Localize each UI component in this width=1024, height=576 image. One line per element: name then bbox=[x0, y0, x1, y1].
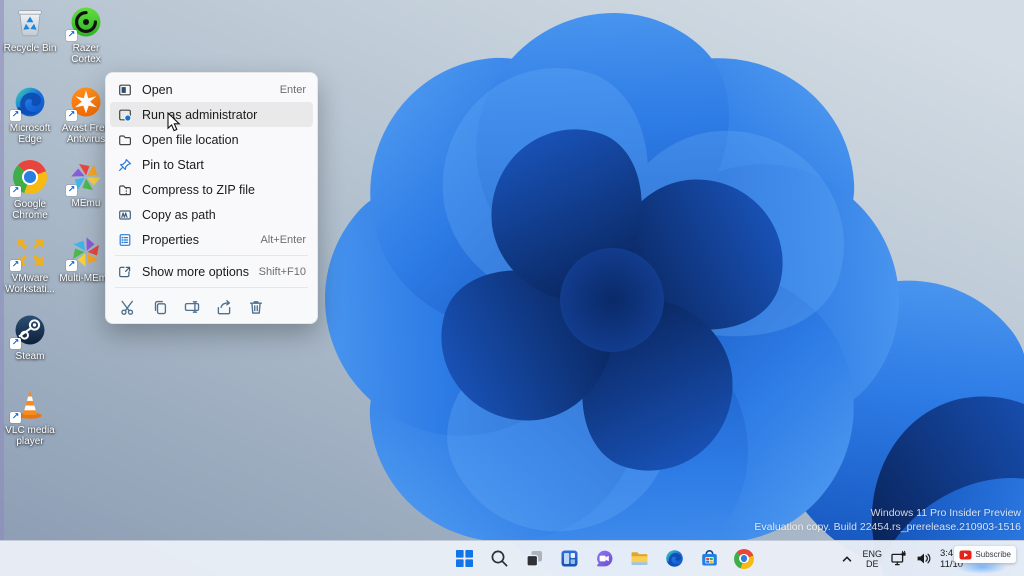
memu-icon: ↗ bbox=[68, 159, 104, 195]
menu-item-show-more-options[interactable]: Show more options Shift+F10 bbox=[110, 259, 313, 284]
start-button[interactable] bbox=[452, 547, 476, 571]
shortcut-arrow-badge: ↗ bbox=[66, 30, 77, 41]
search-button[interactable] bbox=[487, 547, 511, 571]
rename-icon[interactable] bbox=[183, 298, 201, 316]
razer-cortex-icon: ↗ bbox=[68, 4, 104, 40]
edge-button[interactable] bbox=[662, 547, 686, 571]
menu-item-pin-to-start[interactable]: Pin to Start bbox=[110, 152, 313, 177]
zip-folder-icon bbox=[117, 182, 133, 198]
watermark-line1: Windows 11 Pro Insider Preview bbox=[754, 506, 1021, 520]
shortcut-arrow-badge: ↗ bbox=[10, 186, 21, 197]
menu-separator bbox=[115, 255, 308, 256]
show-more-options-icon bbox=[117, 264, 133, 280]
chrome-icon: ↗ bbox=[12, 160, 48, 196]
widgets-icon bbox=[559, 548, 580, 569]
copy-as-path-icon bbox=[117, 207, 133, 223]
speaker-icon bbox=[915, 550, 932, 567]
task-view-button[interactable] bbox=[522, 547, 546, 571]
microsoft-store-icon bbox=[699, 548, 720, 569]
menu-item-open[interactable]: Open Enter bbox=[110, 77, 313, 102]
desktop-icon-razer-cortex[interactable]: ↗ Razer Cortex bbox=[58, 4, 114, 65]
desktop-icon-steam[interactable]: ↗ Steam bbox=[2, 312, 58, 362]
shortcut-arrow-badge: ↗ bbox=[10, 412, 21, 423]
menu-item-properties[interactable]: Properties Alt+Enter bbox=[110, 227, 313, 252]
mouse-cursor bbox=[167, 112, 182, 133]
desktop-icon-vlc[interactable]: ↗ VLC mediaplayer bbox=[2, 386, 58, 447]
subscribe-label: Subscribe bbox=[975, 550, 1011, 559]
chrome-button[interactable] bbox=[732, 547, 756, 571]
share-icon[interactable] bbox=[215, 298, 233, 316]
menu-item-compress-zip[interactable]: Compress to ZIP file bbox=[110, 177, 313, 202]
microsoft-store-button[interactable] bbox=[697, 547, 721, 571]
windows-logo-icon bbox=[454, 548, 475, 569]
desktop-icon-recycle-bin[interactable]: Recycle Bin bbox=[2, 4, 58, 54]
search-icon bbox=[489, 548, 510, 569]
menu-separator bbox=[115, 287, 308, 288]
context-menu: Open Enter Run as administrator Open fil… bbox=[105, 72, 318, 324]
file-explorer-button[interactable] bbox=[627, 547, 651, 571]
shortcut-arrow-badge: ↗ bbox=[66, 185, 77, 196]
network-icon bbox=[890, 550, 907, 567]
cut-icon[interactable] bbox=[119, 298, 137, 316]
properties-icon bbox=[117, 232, 133, 248]
desktop-icon-vmware[interactable]: ↗ VMwareWorkstati... bbox=[2, 234, 58, 295]
shortcut-arrow-badge: ↗ bbox=[10, 260, 21, 271]
edge-icon bbox=[664, 548, 685, 569]
desktop: Windows 11 Pro Insider Preview Evaluatio… bbox=[0, 0, 1024, 576]
language-indicator[interactable]: ENG DE bbox=[862, 549, 882, 569]
chrome-icon bbox=[734, 549, 754, 569]
menu-item-run-as-administrator[interactable]: Run as administrator bbox=[110, 102, 313, 127]
network-indicator[interactable] bbox=[890, 550, 907, 567]
chat-button[interactable] bbox=[592, 547, 616, 571]
copy-icon[interactable] bbox=[151, 298, 169, 316]
desktop-icon-microsoft-edge[interactable]: ↗ MicrosoftEdge bbox=[2, 84, 58, 145]
shortcut-arrow-badge: ↗ bbox=[66, 110, 77, 121]
run-as-admin-icon bbox=[117, 107, 133, 123]
shortcut-arrow-badge: ↗ bbox=[66, 260, 77, 271]
file-explorer-icon bbox=[629, 548, 650, 569]
vmware-icon: ↗ bbox=[12, 234, 48, 270]
taskbar: ENG DE 3:4 11/10 bbox=[0, 540, 1024, 576]
chevron-up-icon bbox=[840, 552, 854, 566]
delete-icon[interactable] bbox=[247, 298, 265, 316]
pin-icon bbox=[117, 157, 133, 173]
hidden-icons-chevron[interactable] bbox=[840, 552, 854, 566]
folder-icon bbox=[117, 132, 133, 148]
vlc-icon: ↗ bbox=[12, 386, 48, 422]
subscribe-button[interactable]: Subscribe bbox=[954, 546, 1016, 563]
youtube-icon bbox=[959, 550, 972, 560]
chat-icon bbox=[594, 548, 615, 569]
menu-item-open-file-location[interactable]: Open file location bbox=[110, 127, 313, 152]
volume-indicator[interactable] bbox=[915, 550, 932, 567]
watermark: Windows 11 Pro Insider Preview Evaluatio… bbox=[754, 506, 1021, 534]
shortcut-arrow-badge: ↗ bbox=[10, 110, 21, 121]
edge-icon: ↗ bbox=[12, 84, 48, 120]
recycle-bin-icon bbox=[12, 4, 48, 40]
task-view-icon bbox=[524, 548, 545, 569]
shortcut-arrow-badge: ↗ bbox=[10, 338, 21, 349]
open-icon bbox=[117, 82, 133, 98]
menu-item-copy-as-path[interactable]: Copy as path bbox=[110, 202, 313, 227]
menu-action-row bbox=[110, 291, 313, 319]
widgets-button[interactable] bbox=[557, 547, 581, 571]
steam-icon: ↗ bbox=[12, 312, 48, 348]
taskbar-center-icons bbox=[452, 541, 756, 576]
watermark-line2: Evaluation copy. Build 22454.rs_prerelea… bbox=[754, 520, 1021, 534]
desktop-icon-google-chrome[interactable]: ↗ GoogleChrome bbox=[2, 159, 58, 221]
multi-memu-icon: ↗ bbox=[68, 234, 104, 270]
avast-icon: ↗ bbox=[68, 84, 104, 120]
